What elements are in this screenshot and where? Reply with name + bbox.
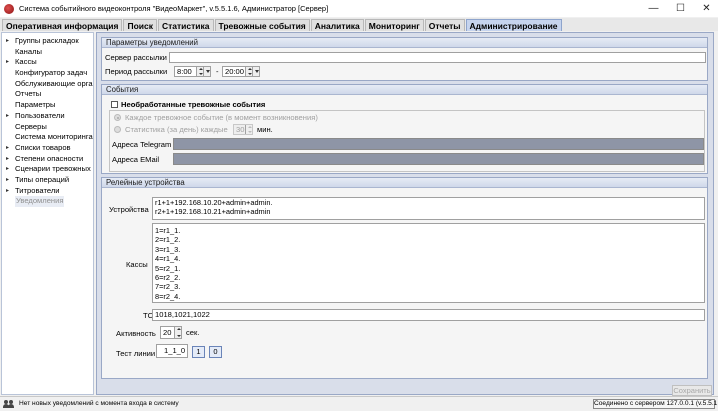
period-from-input[interactable]: 8:00: [174, 66, 211, 77]
registers-label: Кассы: [126, 260, 148, 269]
activity-unit-label: сек.: [186, 328, 200, 337]
dropdown-arrow-icon[interactable]: [252, 67, 259, 76]
tab-administration[interactable]: Администрирование: [465, 19, 562, 31]
spin-arrows-icon[interactable]: [245, 67, 252, 76]
telegram-addresses-input[interactable]: [173, 138, 704, 150]
tc-input[interactable]: 1018,1021,1022: [152, 309, 705, 321]
minimize-button[interactable]: —: [640, 0, 667, 17]
activity-label: Активность: [116, 329, 156, 338]
unprocessed-events-label: Необработанные тревожные события: [121, 100, 266, 109]
tree-item-service-orgs[interactable]: Обслуживающие организации: [2, 79, 93, 90]
relay-devices-group: Релейные устройства Устройства r1+1+192.…: [101, 177, 708, 379]
server-label: Сервер рассылки: [105, 53, 167, 62]
users-icon: [3, 400, 15, 409]
device-line: r2+1+192.168.10.21+admin+admin: [155, 207, 271, 217]
tab-reports[interactable]: Отчеты: [424, 19, 465, 31]
app-logo-icon: [4, 3, 14, 14]
radio-each-event-label: Каждое тревожное событие (в момент возни…: [125, 113, 318, 122]
radio-each-event[interactable]: [114, 114, 121, 121]
radio-daily-statistics-label: Статистика (за день) каждые: [125, 125, 228, 134]
period-separator: -: [216, 67, 219, 76]
tab-operational-info[interactable]: Оперативная информация: [2, 19, 123, 31]
tree-item-registers[interactable]: ▸ Кассы: [2, 57, 93, 68]
tree-item-task-configurator[interactable]: Конфигуратор задач: [2, 68, 93, 79]
line-test-input[interactable]: 1_1_0: [156, 344, 188, 358]
line-test-1-button[interactable]: 1: [192, 346, 205, 358]
group-header: Параметры уведомлений: [102, 38, 707, 48]
title-bar: Система событийного видеоконтроля "Видео…: [0, 0, 718, 17]
devices-label: Устройства: [109, 205, 149, 214]
register-line: 5=r2_1.: [155, 263, 181, 273]
maximize-button[interactable]: ☐: [667, 0, 694, 17]
device-line: r1+1+192.168.10.20+admin+admin.: [155, 198, 273, 207]
notifications-panel: Параметры уведомлений Сервер рассылки Пе…: [96, 32, 714, 396]
dropdown-arrow-icon[interactable]: [203, 67, 210, 76]
devices-textarea[interactable]: r1+1+192.168.10.20+admin+admin. r2+1+192…: [152, 197, 705, 220]
tree-item-monitoring-system[interactable]: Система мониторинга: [2, 132, 93, 143]
expand-arrow-icon[interactable]: ▸: [6, 175, 9, 186]
tab-monitoring[interactable]: Мониторинг: [364, 19, 424, 31]
tree-item-reports[interactable]: Отчеты: [2, 89, 93, 100]
status-bar: Нет новых уведомлений с момента входа в …: [0, 396, 718, 411]
expand-arrow-icon[interactable]: ▸: [6, 111, 9, 122]
line-test-label: Тест линии: [116, 349, 156, 358]
tab-alarm-events[interactable]: Тревожные события: [214, 19, 310, 31]
notification-params-group: Параметры уведомлений Сервер рассылки Пе…: [101, 37, 708, 81]
save-button[interactable]: Сохранить: [672, 385, 712, 396]
notification-status: Нет новых уведомлений с момента входа в …: [19, 400, 179, 407]
group-header: Релейные устройства: [102, 178, 707, 188]
spin-arrows-icon[interactable]: [245, 125, 252, 134]
expand-arrow-icon[interactable]: ▸: [6, 186, 9, 197]
events-group: События Необработанные тревожные события…: [101, 84, 708, 174]
stat-interval-input[interactable]: 30: [233, 124, 253, 135]
main-menu: Оперативная информация Поиск Статистика …: [0, 18, 718, 31]
spin-arrows-icon[interactable]: [196, 67, 203, 76]
radio-daily-statistics[interactable]: [114, 126, 121, 133]
admin-tree: ▸ Группы раскладок Каналы ▸ Кассы Конфигур…: [1, 32, 94, 395]
expand-arrow-icon[interactable]: ▸: [6, 36, 9, 47]
period-to-input[interactable]: 20:00: [222, 66, 260, 77]
activity-input[interactable]: 20: [160, 326, 182, 339]
spin-arrows-icon[interactable]: [174, 327, 181, 338]
email-addresses-input[interactable]: [173, 153, 704, 165]
tree-item-danger-levels[interactable]: ▸ Степени опасности: [2, 154, 93, 165]
tree-item-titrators[interactable]: ▸ Титрователи: [2, 186, 93, 197]
tree-item-alarm-scenarios[interactable]: ▸Сценарии тревожных событий: [2, 164, 93, 175]
tree-item-parameters[interactable]: Параметры: [2, 100, 93, 111]
events-options-box: Каждое тревожное событие (в момент возни…: [109, 110, 705, 172]
tree-item-product-lists[interactable]: ▸ Списки товаров: [2, 143, 93, 154]
registers-textarea[interactable]: 1=r1_1. 2=r1_2. 3=r1_3. 4=r1_4. 5=r2_1. …: [152, 223, 705, 303]
tree-item-servers[interactable]: Серверы: [2, 122, 93, 133]
server-input[interactable]: [169, 52, 706, 63]
tab-search[interactable]: Поиск: [123, 19, 157, 31]
tree-item-notifications[interactable]: Уведомления: [2, 196, 93, 208]
tree-item-operation-types[interactable]: ▸ Типы операций: [2, 175, 93, 186]
register-line: 8=r2_4.: [155, 291, 181, 301]
expand-arrow-icon[interactable]: ▸: [6, 164, 9, 175]
tab-analytics[interactable]: Аналитика: [310, 19, 364, 31]
telegram-label: Адреса Telegram: [112, 140, 172, 149]
email-label: Адреса EMail: [112, 155, 160, 164]
register-line: 1=r1_1.: [155, 226, 181, 235]
period-label: Период рассылки: [105, 67, 168, 76]
window-title: Система событийного видеоконтроля "Видео…: [19, 4, 329, 13]
expand-arrow-icon[interactable]: ▸: [6, 143, 9, 154]
register-line: 4=r1_4.: [155, 254, 181, 264]
close-button[interactable]: ✕: [693, 0, 718, 17]
register-line: 3=r1_3.: [155, 244, 181, 254]
tab-statistics[interactable]: Статистика: [157, 19, 214, 31]
expand-arrow-icon[interactable]: ▸: [6, 57, 9, 68]
unprocessed-events-checkbox[interactable]: [111, 101, 118, 108]
register-line: 7=r2_3.: [155, 282, 181, 292]
stat-unit-label: мин.: [257, 125, 273, 134]
register-line: 6=r2_2.: [155, 272, 181, 282]
tree-item-users[interactable]: ▸ Пользователи: [2, 111, 93, 122]
line-test-0-button[interactable]: 0: [209, 346, 222, 358]
register-line: 2=r1_2.: [155, 235, 181, 245]
tree-item-channels[interactable]: Каналы: [2, 47, 93, 58]
expand-arrow-icon[interactable]: ▸: [6, 154, 9, 165]
tree-item-layout-groups[interactable]: ▸ Группы раскладок: [2, 36, 93, 47]
connection-status: Соединено с сервером 127.0.0.1 (v.5.5.1.…: [593, 399, 718, 409]
group-header: События: [102, 85, 707, 95]
